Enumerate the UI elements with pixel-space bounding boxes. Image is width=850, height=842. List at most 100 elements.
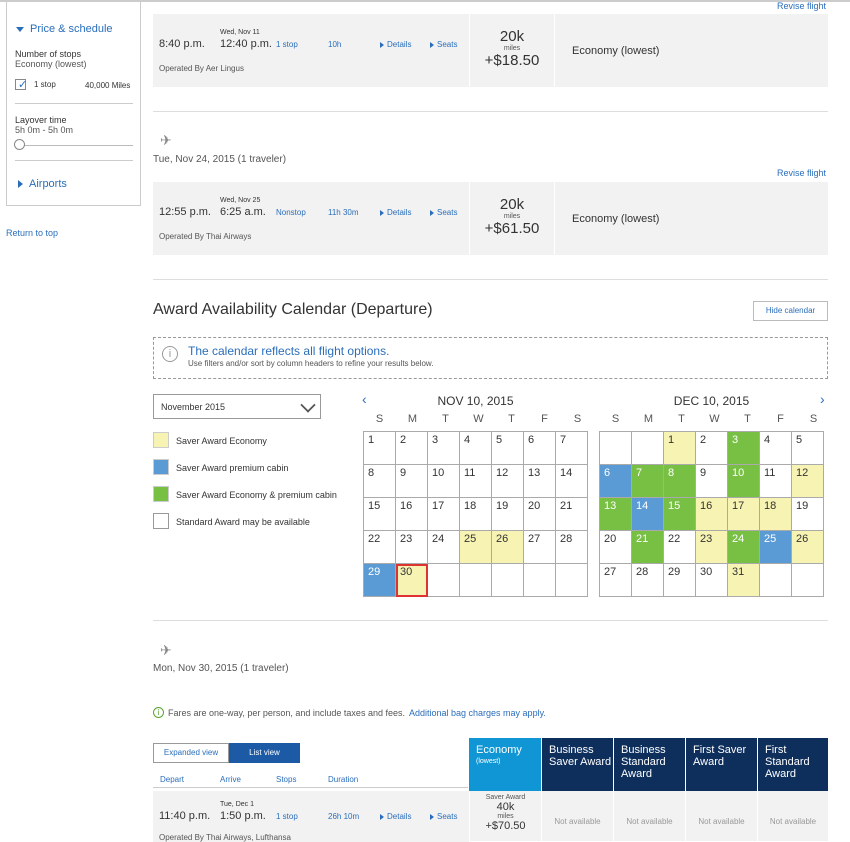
calendar-day[interactable]: 16 [396,498,428,531]
stops-link[interactable]: 1 stop [276,40,298,49]
month-select[interactable]: November 2015 [153,394,321,419]
calendar-day[interactable]: 28 [632,564,664,597]
fare-col-business-saver[interactable]: Business Saver Award [541,738,613,791]
calendar-day[interactable]: 7 [632,465,664,498]
hide-calendar-button[interactable]: Hide calendar [753,301,828,321]
calendar-day[interactable]: 2 [696,432,728,465]
calendar-day[interactable]: 18 [760,498,792,531]
calendar-day[interactable]: 16 [696,498,728,531]
calendar-day[interactable]: 12 [792,465,824,498]
calendar-day[interactable]: 24 [728,531,760,564]
calendar-day[interactable]: 14 [632,498,664,531]
airports-toggle[interactable]: Airports [18,178,67,190]
calendar-day[interactable]: 27 [600,564,632,597]
economy-fare-cell[interactable]: 20k miles +$61.50 [469,182,555,255]
calendar-day[interactable]: 21 [632,531,664,564]
economy-fare-cell[interactable]: 20k miles +$18.50 [469,14,555,87]
calendar-day[interactable]: 20 [600,531,632,564]
calendar-day[interactable]: 8 [664,465,696,498]
calendar-day[interactable]: 4 [760,432,792,465]
calendar-day[interactable]: 26 [492,531,524,564]
col-depart[interactable]: Depart [160,775,184,784]
calendar-day[interactable]: 9 [396,465,428,498]
col-arrive[interactable]: Arrive [220,775,241,784]
layover-slider-handle[interactable] [14,139,25,150]
calendar-day[interactable]: 30 [696,564,728,597]
revise-flight-link[interactable]: Revise flight [777,1,826,11]
flight-row[interactable]: Wed, Nov 25 12:55 p.m. 6:25 a.m. Nonstop… [153,182,828,255]
calendar-day[interactable]: 21 [556,498,588,531]
calendar-day[interactable]: 20 [524,498,556,531]
calendar-day[interactable]: 9 [696,465,728,498]
calendar-day[interactable]: 5 [792,432,824,465]
bag-charges-link[interactable]: Additional bag charges may apply. [409,708,546,718]
details-link[interactable]: Details [380,208,411,217]
next-month-chevron-icon[interactable]: › [820,391,825,407]
calendar-day[interactable]: 2 [396,432,428,465]
return-to-top-link[interactable]: Return to top [6,228,58,238]
calendar-day[interactable]: 15 [664,498,696,531]
expanded-view-button[interactable]: Expanded view [153,743,229,763]
calendar-day[interactable]: 7 [556,432,588,465]
calendar-day[interactable]: 6 [524,432,556,465]
calendar-day[interactable]: 10 [428,465,460,498]
calendar-day[interactable]: 25 [460,531,492,564]
stop-checkbox[interactable]: ✓ [15,79,27,91]
calendar-day[interactable]: 22 [364,531,396,564]
calendar-day[interactable]: 15 [364,498,396,531]
details-link[interactable]: Details [380,812,411,821]
calendar-day[interactable]: 29 [364,564,396,597]
economy-fare-cell[interactable]: Saver Award 40k miles +$70.50 [469,791,541,841]
stop-option[interactable]: ✓ 1 stop [15,79,56,91]
seats-link[interactable]: Seats [430,812,457,821]
calendar-day[interactable]: 14 [556,465,588,498]
calendar-day[interactable]: 25 [760,531,792,564]
col-stops[interactable]: Stops [276,775,296,784]
revise-flight-link[interactable]: Revise flight [777,168,826,178]
calendar-day[interactable]: 23 [396,531,428,564]
miles-amount: 40k [496,801,515,813]
calendar-day[interactable]: 1 [364,432,396,465]
fare-col-first-saver[interactable]: First Saver Award [685,738,757,791]
calendar-day[interactable]: 3 [428,432,460,465]
calendar-day[interactable]: 17 [428,498,460,531]
calendar-day[interactable]: 8 [364,465,396,498]
flight-row[interactable]: Tue, Dec 1 11:40 p.m. 1:50 p.m. 1 stop 2… [153,791,469,842]
calendar-day[interactable]: 5 [492,432,524,465]
calendar-day[interactable]: 27 [524,531,556,564]
calendar-day[interactable]: 31 [728,564,760,597]
flight-row[interactable]: Wed, Nov 11 8:40 p.m. 12:40 p.m. 1 stop … [153,14,828,87]
calendar-day[interactable]: 26 [792,531,824,564]
calendar-day[interactable]: 11 [460,465,492,498]
calendar-day[interactable]: 24 [428,531,460,564]
calendar-day[interactable]: 19 [792,498,824,531]
calendar-day[interactable]: 17 [728,498,760,531]
calendar-day[interactable]: 29 [664,564,696,597]
seats-link[interactable]: Seats [430,208,457,217]
calendar-day[interactable]: 3 [728,432,760,465]
calendar-day[interactable]: 22 [664,531,696,564]
fare-col-business-standard[interactable]: Business Standard Award [613,738,685,791]
calendar-day[interactable]: 12 [492,465,524,498]
calendar-day[interactable]: 4 [460,432,492,465]
list-view-button[interactable]: List view [229,743,300,763]
calendar-day[interactable]: 19 [492,498,524,531]
fare-col-first-standard[interactable]: First Standard Award [757,738,828,791]
calendar-day[interactable]: 13 [600,498,632,531]
calendar-day[interactable]: 6 [600,465,632,498]
details-link[interactable]: Details [380,40,411,49]
calendar-day[interactable]: 11 [760,465,792,498]
calendar-day[interactable]: 30 [396,564,428,597]
col-duration[interactable]: Duration [328,775,358,784]
calendar-day[interactable]: 13 [524,465,556,498]
calendar-day[interactable]: 28 [556,531,588,564]
calendar-day[interactable]: 1 [664,432,696,465]
calendar-day[interactable]: 18 [460,498,492,531]
fare-col-economy[interactable]: Economy (lowest) [469,738,541,791]
seats-link[interactable]: Seats [430,40,457,49]
price-schedule-toggle[interactable]: Price & schedule [16,23,113,35]
layover-slider-track[interactable] [15,145,133,146]
stops-link[interactable]: 1 stop [276,812,298,821]
calendar-day[interactable]: 10 [728,465,760,498]
calendar-day[interactable]: 23 [696,531,728,564]
